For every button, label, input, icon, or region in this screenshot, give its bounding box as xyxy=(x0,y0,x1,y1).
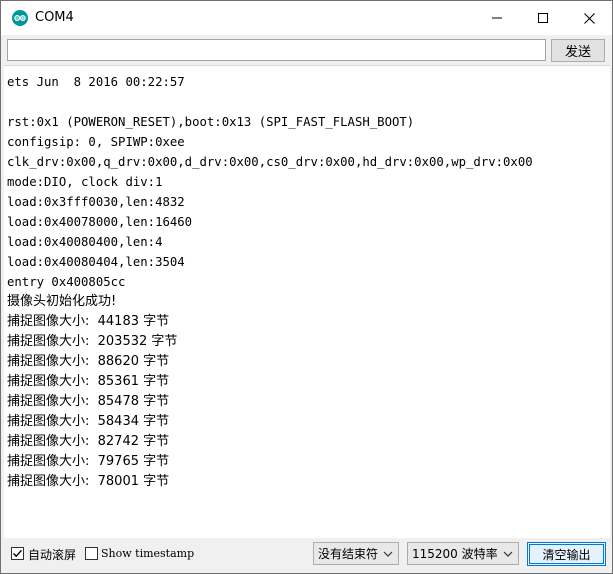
chevron-down-icon xyxy=(503,551,513,557)
console-line: 捕捉图像大小: 58434 字节 xyxy=(7,414,170,429)
console-line: 捕捉图像大小: 85478 字节 xyxy=(7,394,170,409)
close-icon xyxy=(583,12,595,24)
line-ending-value: 没有结束符 xyxy=(318,547,379,561)
console-line: 捕捉图像大小: 79765 字节 xyxy=(7,454,170,469)
minimize-icon xyxy=(492,17,502,19)
console-line: 捕捉图像大小: 82742 字节 xyxy=(7,434,170,449)
minimize-button[interactable] xyxy=(474,1,520,35)
baud-rate-value: 115200 波特率 xyxy=(412,547,498,561)
line-ending-select[interactable]: 没有结束符 xyxy=(313,542,399,565)
console-line: 摄像头初始化成功! xyxy=(7,294,117,309)
autoscroll-checkbox[interactable] xyxy=(11,547,24,560)
console-line: 捕捉图像大小: 44183 字节 xyxy=(7,314,170,329)
send-button[interactable]: 发送 xyxy=(551,39,605,62)
console-line: 捕捉图像大小: 203532 字节 xyxy=(7,334,178,349)
console-line: mode:DIO, clock div:1 xyxy=(7,175,163,189)
console-line: load:0x40080404,len:3504 xyxy=(7,255,185,269)
console-line: 捕捉图像大小: 78001 字节 xyxy=(7,474,170,489)
autoscroll-label: 自动滚屏 xyxy=(28,548,77,562)
console-line: rst:0x1 (POWERON_RESET),boot:0x13 (SPI_F… xyxy=(7,115,415,129)
clear-output-button[interactable]: 清空输出 xyxy=(527,542,606,566)
console-line: entry 0x400805cc xyxy=(7,275,126,289)
serial-output[interactable]: ets Jun 8 2016 00:22:57 rst:0x1 (POWERON_… xyxy=(4,65,610,538)
show-timestamp-checkbox[interactable] xyxy=(85,547,98,560)
console-line: load:0x40080400,len:4 xyxy=(7,235,163,249)
show-timestamp-label: Show timestamp xyxy=(101,547,195,560)
console-line: 捕捉图像大小: 85361 字节 xyxy=(7,374,170,389)
window-title: COM4 xyxy=(35,10,74,25)
serial-output-lines: ets Jun 8 2016 00:22:57 rst:0x1 (POWERON_… xyxy=(7,72,533,492)
baud-rate-select[interactable]: 115200 波特率 xyxy=(407,542,519,565)
check-icon xyxy=(13,549,23,558)
serial-monitor-window: COM4 发送 ets Jun 8 2016 00:22:57 rst:0x1 (… xyxy=(0,0,613,574)
maximize-button[interactable] xyxy=(520,1,566,35)
chevron-down-icon xyxy=(383,551,393,557)
send-row: 发送 xyxy=(1,35,612,65)
arduino-icon xyxy=(12,10,28,26)
title-bar[interactable]: COM4 xyxy=(1,1,612,35)
console-line: load:0x40078000,len:16460 xyxy=(7,215,193,229)
console-line: load:0x3fff0030,len:4832 xyxy=(7,195,185,209)
console-line: ets Jun 8 2016 00:22:57 xyxy=(7,75,185,89)
close-button[interactable] xyxy=(566,1,612,35)
console-line: clk_drv:0x00,q_drv:0x00,d_drv:0x00,cs0_d… xyxy=(7,155,533,169)
maximize-icon xyxy=(538,13,548,23)
send-input[interactable] xyxy=(7,39,546,61)
console-line: configsip: 0, SPIWP:0xee xyxy=(7,135,185,149)
console-line: 捕捉图像大小: 88620 字节 xyxy=(7,354,170,369)
bottom-bar: 自动滚屏 Show timestamp 没有结束符 115200 波特率 清空输… xyxy=(1,539,612,573)
